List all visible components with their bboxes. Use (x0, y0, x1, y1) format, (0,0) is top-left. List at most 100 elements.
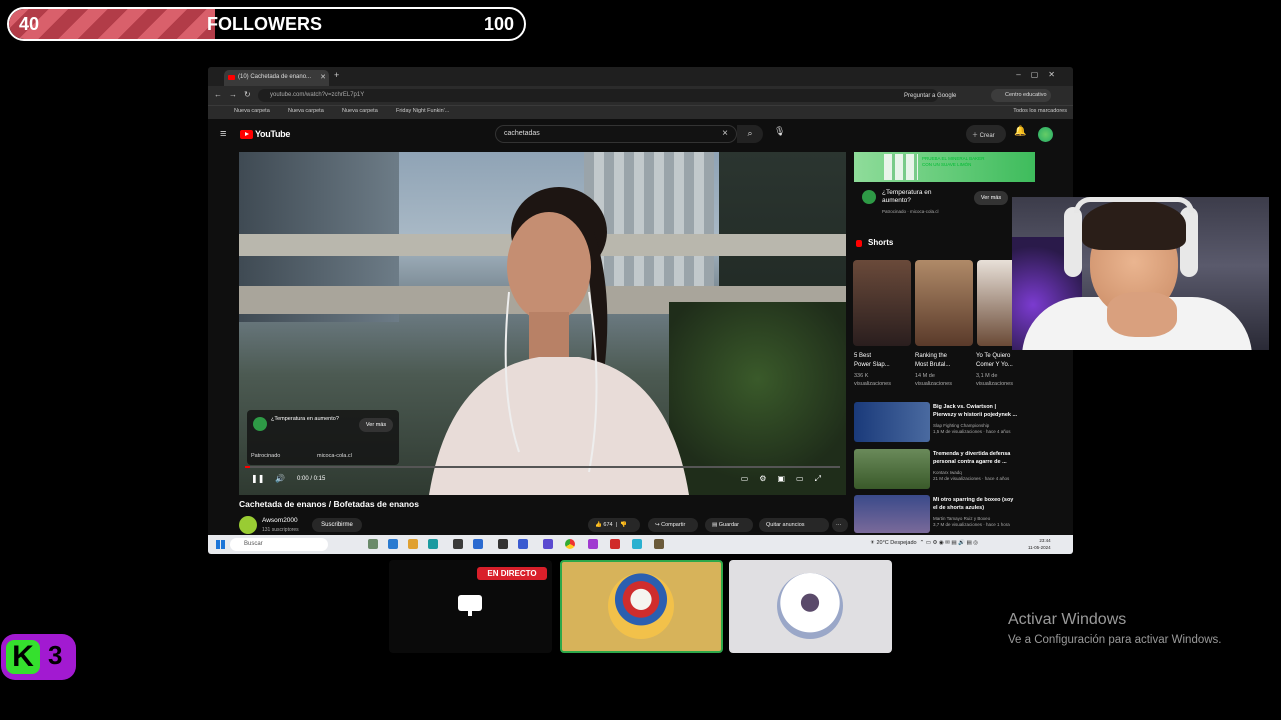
short-title[interactable]: Yo Te Quiero (976, 352, 1034, 361)
new-tab-icon[interactable]: + (334, 70, 339, 80)
video-player[interactable]: ¿Temperatura en aumento? Ver más Patroci… (239, 152, 846, 495)
player-settings-icons[interactable]: ▭⚙▣▭⤢ (741, 474, 832, 484)
recommended-title[interactable]: Big Jack vs. Cwiartson | (933, 403, 1028, 411)
short-title[interactable]: Comer Y Yo... (976, 361, 1034, 370)
player-time: 0:00 / 0:15 (297, 476, 326, 482)
recommended-title[interactable]: Pierwszy w historii pojedynek ... (933, 411, 1028, 419)
volume-icon[interactable]: 🔊 (275, 474, 285, 483)
system-clock[interactable]: 23:44 11-05-2024 (1028, 537, 1051, 551)
profile-chip[interactable]: Centro educativo (991, 89, 1051, 102)
steam-icon[interactable] (498, 539, 508, 549)
sidebar-ad-cta-button[interactable]: Ver más (974, 191, 1008, 205)
bookmark-folder[interactable]: Nueva carpeta (234, 108, 270, 114)
followers-label: FOLLOWERS (207, 14, 322, 34)
bookmark-folder[interactable]: Nueva carpeta (288, 108, 324, 114)
search-query: cachetadas (504, 130, 540, 137)
adobe-icon[interactable] (610, 539, 620, 549)
video-progress-bar[interactable] (245, 466, 840, 468)
windows-taskbar: Buscar ☀ 20°C Despejado ⌃ ▭ ⚙ ◉ ✉ ▤ 🔊 ▤ … (208, 535, 1073, 554)
short-title[interactable]: Ranking the (915, 352, 973, 361)
short-title[interactable]: Most Brutal... (915, 361, 973, 370)
account-avatar[interactable] (1038, 127, 1053, 142)
sidebar-ad[interactable]: ¿Temperatura en aumento? Patrocinado · mi… (854, 185, 1035, 221)
windows-start-icon[interactable] (216, 540, 225, 549)
video-title: Cachetada de enanos / Bofetadas de enano… (239, 499, 419, 509)
recommended-title[interactable]: el de shorts azules) (933, 504, 1028, 512)
app-icon[interactable] (588, 539, 598, 549)
window-controls[interactable]: –▢✕ (1016, 70, 1065, 79)
more-options-icon[interactable]: ⋯ (832, 518, 848, 532)
sidebar-ad-sponsored: Patrocinado · micoca-cola.cl (882, 209, 939, 214)
tab-close-icon[interactable]: ✕ (320, 73, 326, 81)
youtube-favicon-icon (228, 75, 235, 80)
short-thumbnail[interactable] (853, 260, 911, 346)
video-ad-overlay[interactable]: ¿Temperatura en aumento? Ver más Patroci… (247, 410, 399, 465)
recommended-title[interactable]: personal contra agarre de ... (933, 458, 1028, 466)
taskview-icon[interactable] (368, 539, 378, 549)
youtube-search-input[interactable]: cachetadas × (495, 125, 737, 143)
ad-cta-button[interactable]: Ver más (359, 418, 393, 432)
taskbar-search[interactable]: Buscar (230, 538, 328, 551)
address-bar-row: ←→↻ youtube.com/watch?v=zchrEL7p1Y Pregu… (208, 86, 1073, 105)
clock-date: 11-05-2024 (1028, 545, 1051, 550)
create-label: Crear (979, 133, 995, 139)
short-views: 3,1 M de (976, 373, 998, 379)
save-button[interactable]: ▤ Guardar (705, 518, 753, 532)
subscribe-button[interactable]: Suscribirme (312, 518, 362, 532)
short-title[interactable]: Power Slap... (854, 361, 912, 370)
clear-search-icon[interactable]: × (722, 128, 728, 139)
recommended-title[interactable]: Tremenda y divertida defensa (933, 450, 1028, 458)
tab-title: (10) Cachetada de enano... (238, 74, 312, 80)
pause-icon[interactable]: ❚❚ (251, 474, 264, 483)
ad-domain[interactable]: micoca-cola.cl (317, 453, 352, 459)
like-button[interactable]: 👍 674 | 👎 (588, 518, 640, 532)
sidebar-ad-banner[interactable]: PRUEBA EL MINERAL BAKER CON UN SUAVE LIM… (854, 152, 1035, 182)
tab-bar: (10) Cachetada de enano... ✕ + –▢✕ (208, 67, 1073, 86)
remove-ads-button[interactable]: Quitar anuncios (759, 518, 829, 532)
app-icon[interactable] (473, 539, 483, 549)
youtube-logo-icon[interactable] (240, 130, 253, 139)
explorer-icon[interactable] (408, 539, 418, 549)
bookmark-folder[interactable]: Nueva carpeta (342, 108, 378, 114)
share-button[interactable]: ↪ Compartir (648, 518, 698, 532)
product-image (884, 154, 918, 180)
short-views: 14 M de (915, 373, 935, 379)
search-icon[interactable]: ⌕ (737, 125, 763, 143)
channel-avatar[interactable] (239, 516, 257, 534)
bookmark-link[interactable]: Friday Night Funkin'... (396, 108, 449, 114)
address-bar[interactable]: youtube.com/watch?v=zchrEL7p1Y Preguntar… (258, 89, 956, 102)
minecraft-icon[interactable] (654, 539, 664, 549)
app-icon[interactable] (543, 539, 553, 549)
microphone-icon[interactable]: 🎙 (774, 126, 785, 137)
recommended-thumbnail[interactable] (854, 495, 930, 533)
live-badge: EN DIRECTO (477, 567, 547, 580)
weather-status[interactable]: ☀ 20°C Despejado ⌃ ▭ ⚙ ◉ ✉ ▤ 🔊 ▤ ◎ (870, 540, 978, 546)
app-icon[interactable] (518, 539, 528, 549)
channel-subscribers: 131 suscriptores (262, 527, 299, 533)
recommended-thumbnail[interactable] (854, 449, 930, 489)
notifications-bell-icon[interactable]: 🔔 (1014, 126, 1026, 137)
channel-name[interactable]: Awsom2000 (262, 517, 298, 524)
banner-text-2: CON UN SUAVE LIMÓN (922, 162, 972, 167)
short-title[interactable]: 5 Best (854, 352, 912, 361)
chrome-icon[interactable] (565, 539, 575, 549)
short-thumbnail[interactable] (915, 260, 973, 346)
edge-icon[interactable] (388, 539, 398, 549)
share-label: Compartir (661, 522, 686, 528)
browser-tab[interactable]: (10) Cachetada de enano... ✕ (224, 70, 329, 86)
google-search-chip[interactable]: Preguntar a Google (904, 93, 974, 99)
all-bookmarks-link[interactable]: Todos los marcadores (1013, 108, 1067, 114)
participant-avatar (777, 573, 843, 639)
navigation-icons[interactable]: ←→↻ (214, 90, 258, 99)
ad-title: ¿Temperatura en aumento? (271, 416, 339, 422)
recommended-thumbnail[interactable] (854, 402, 930, 442)
like-count: 674 (603, 522, 613, 528)
create-button[interactable]: ＋ Crear (966, 125, 1006, 143)
app-icon[interactable] (428, 539, 438, 549)
app-icon[interactable] (632, 539, 642, 549)
app-icon[interactable] (453, 539, 463, 549)
menu-icon[interactable]: ≡ (220, 128, 226, 140)
recommended-title[interactable]: Mi otro sparring de boxeo (soy (933, 496, 1028, 504)
participant-avatar (608, 573, 674, 639)
youtube-brand[interactable]: YouTube (255, 129, 290, 139)
